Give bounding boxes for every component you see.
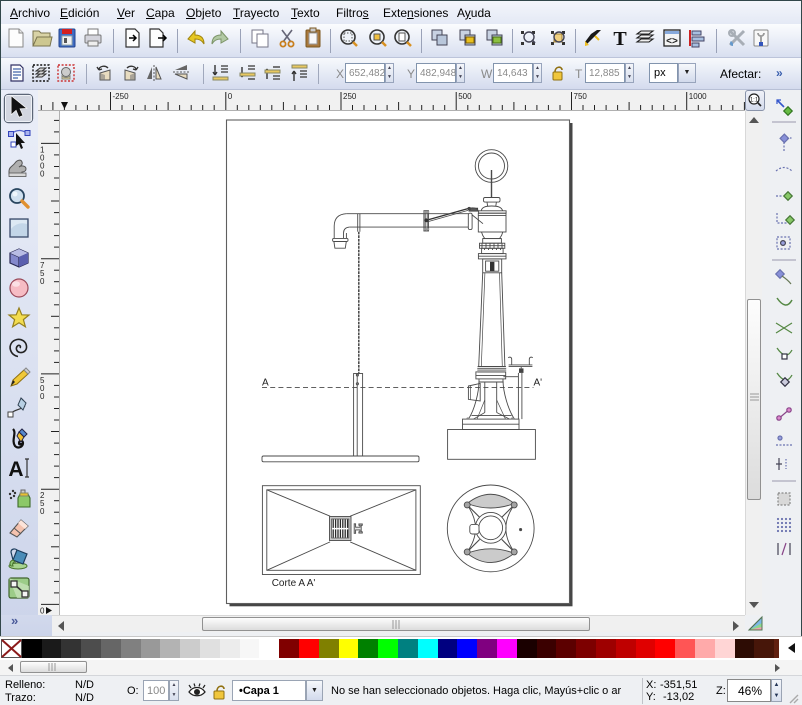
- svg-text:A: A: [8, 458, 23, 481]
- svg-text:250: 250: [343, 92, 357, 101]
- svg-text:T: T: [613, 28, 627, 50]
- svg-text:1:1: 1:1: [750, 98, 759, 104]
- svg-text:A: A: [262, 378, 269, 389]
- svg-text:0: 0: [40, 170, 45, 179]
- svg-text:0: 0: [40, 392, 45, 401]
- svg-text:0: 0: [40, 606, 45, 615]
- svg-text:0: 0: [228, 92, 233, 101]
- svg-text:0: 0: [40, 277, 45, 286]
- svg-text:A': A': [534, 378, 543, 389]
- svg-text:Corte A A': Corte A A': [272, 578, 316, 589]
- svg-text:-250: -250: [113, 92, 130, 101]
- svg-text:500: 500: [458, 92, 472, 101]
- svg-text:<>: <>: [666, 36, 678, 47]
- svg-text:750: 750: [574, 92, 588, 101]
- svg-text:0: 0: [40, 507, 45, 516]
- svg-text:1000: 1000: [689, 92, 707, 101]
